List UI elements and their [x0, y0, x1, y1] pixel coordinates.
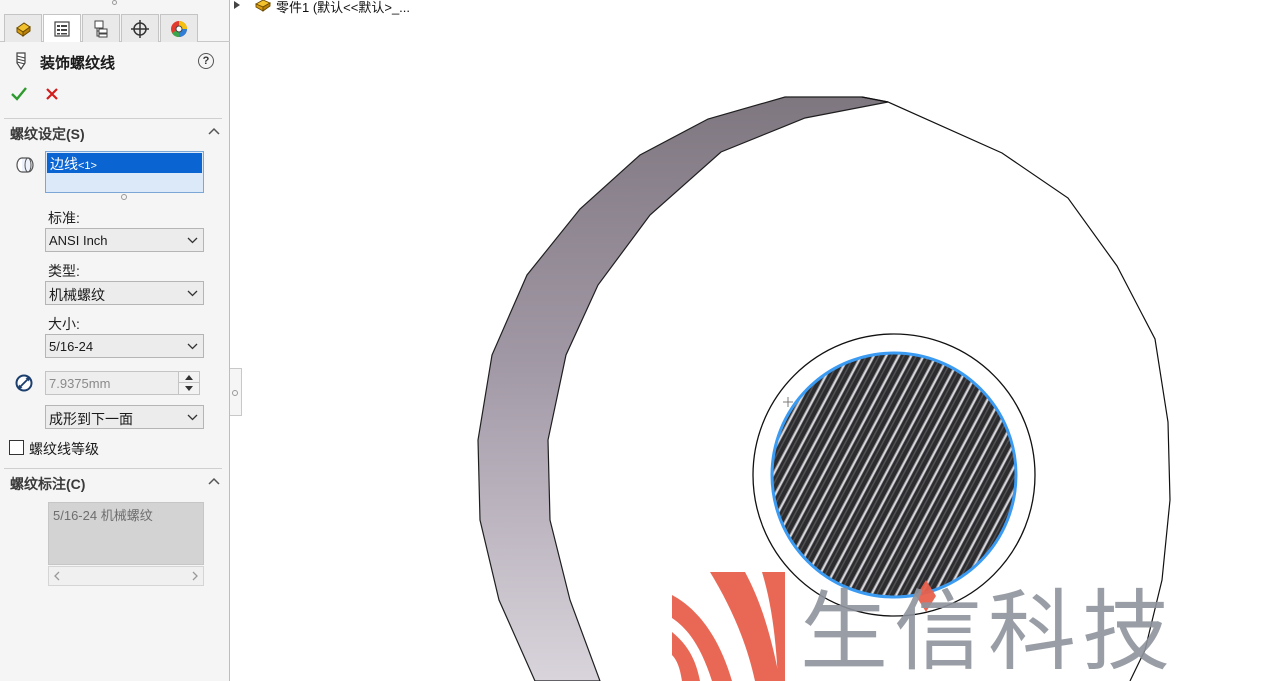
standard-dropdown[interactable]: ANSI Inch	[45, 228, 204, 252]
property-manager-tab[interactable]	[43, 14, 81, 42]
configuration-manager-tab[interactable]	[82, 14, 120, 42]
circular-edge-icon	[16, 157, 34, 173]
page-title: 装饰螺纹线	[40, 55, 116, 72]
selected-edge-index: <1>	[78, 160, 97, 172]
size-label: 大小:	[48, 316, 80, 332]
standard-label: 标准:	[48, 210, 80, 226]
thread-class-label: 螺纹线等级	[29, 441, 99, 457]
thread-callout-section-header[interactable]: 螺纹标注(C)	[0, 468, 230, 494]
standard-value: ANSI Inch	[49, 233, 108, 248]
chevron-down-icon	[187, 343, 198, 350]
display-manager-icon	[171, 20, 187, 37]
feature-manager-tab[interactable]	[4, 14, 42, 42]
selected-edge-item[interactable]: 边线<1>	[47, 153, 202, 173]
size-dropdown[interactable]: 5/16-24	[45, 334, 204, 358]
configuration-manager-icon	[94, 20, 108, 37]
minor-diameter-input[interactable]: 7.9375mm	[45, 371, 179, 395]
thread-class-checkbox[interactable]	[9, 440, 24, 455]
cancel-button[interactable]	[42, 84, 62, 104]
type-value: 机械螺纹	[49, 287, 105, 303]
display-manager-tab[interactable]	[160, 14, 198, 42]
graphics-viewport[interactable]: 生信科技	[242, 0, 1270, 681]
chevron-up-icon	[185, 374, 193, 380]
end-condition-dropdown[interactable]: 成形到下一面	[45, 405, 204, 429]
cosmetic-thread-icon	[16, 52, 26, 70]
collapse-chevron-icon[interactable]	[208, 476, 220, 486]
size-value: 5/16-24	[49, 339, 94, 354]
scroll-right-icon[interactable]	[191, 571, 199, 581]
horizontal-scrollbar[interactable]	[48, 566, 204, 586]
diameter-icon	[15, 374, 33, 392]
spin-up-button[interactable]	[179, 372, 199, 383]
section-title: 螺纹标注(C)	[10, 476, 86, 492]
spin-down-button[interactable]	[179, 383, 199, 394]
chevron-down-icon	[185, 386, 193, 391]
manager-tab-bar	[0, 14, 230, 42]
scroll-left-icon[interactable]	[53, 571, 61, 581]
ok-button[interactable]	[9, 84, 29, 104]
type-dropdown[interactable]: 机械螺纹	[45, 281, 204, 305]
thread-callout-text: 5/16-24 机械螺纹	[48, 502, 204, 565]
dimxpert-manager-tab[interactable]	[121, 14, 159, 42]
collapse-chevron-icon[interactable]	[208, 126, 220, 136]
property-manager-header: 装饰螺纹线 ?	[0, 48, 230, 74]
chevron-down-icon	[187, 414, 198, 421]
section-title: 螺纹设定(S)	[10, 126, 85, 142]
property-manager-icon	[54, 20, 70, 37]
diameter-spinner[interactable]	[178, 371, 200, 395]
type-label: 类型:	[48, 263, 80, 279]
thread-settings-section-header[interactable]: 螺纹设定(S)	[0, 118, 230, 144]
property-manager-panel: 装饰螺纹线 ? 螺纹设定(S) 边线<1> 标准: ANSI Inch 类型: …	[0, 0, 230, 681]
help-icon[interactable]: ?	[198, 53, 214, 69]
panel-collapse-handle[interactable]	[230, 368, 242, 416]
watermark-text: 生信科技	[800, 580, 1176, 681]
selected-edge-label: 边线	[50, 156, 78, 172]
edge-selection-list[interactable]: 边线<1>	[45, 151, 204, 193]
feature-manager-icon	[16, 21, 31, 37]
chevron-down-icon	[187, 290, 198, 297]
chevron-down-icon	[187, 237, 198, 244]
list-resize-handle[interactable]	[121, 194, 127, 200]
dimxpert-icon	[131, 19, 149, 38]
end-condition-value: 成形到下一面	[49, 411, 133, 427]
expand-arrow-icon[interactable]	[234, 1, 240, 9]
panel-grip-handle[interactable]	[112, 0, 117, 5]
